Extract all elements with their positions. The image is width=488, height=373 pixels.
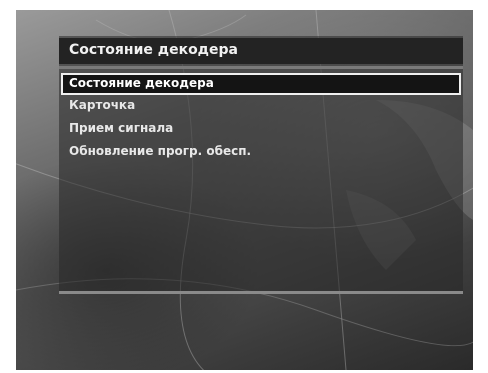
menu-panel: Состояние декодера Состояние декодера Ка… bbox=[59, 36, 463, 294]
menu-item-decoder-status[interactable]: Состояние декодера bbox=[61, 73, 461, 95]
menu-item-software-update[interactable]: Обновление прогр. обесп. bbox=[61, 141, 461, 163]
menu-title: Состояние декодера bbox=[69, 42, 238, 58]
tv-screen: Состояние декодера Состояние декодера Ка… bbox=[16, 10, 473, 370]
menu-item-card[interactable]: Карточка bbox=[61, 95, 461, 117]
menu-item-signal-reception[interactable]: Прием сигнала bbox=[61, 118, 461, 140]
menu-title-bar: Состояние декодера bbox=[59, 38, 463, 64]
title-divider bbox=[59, 66, 463, 69]
bottom-divider bbox=[59, 291, 463, 294]
